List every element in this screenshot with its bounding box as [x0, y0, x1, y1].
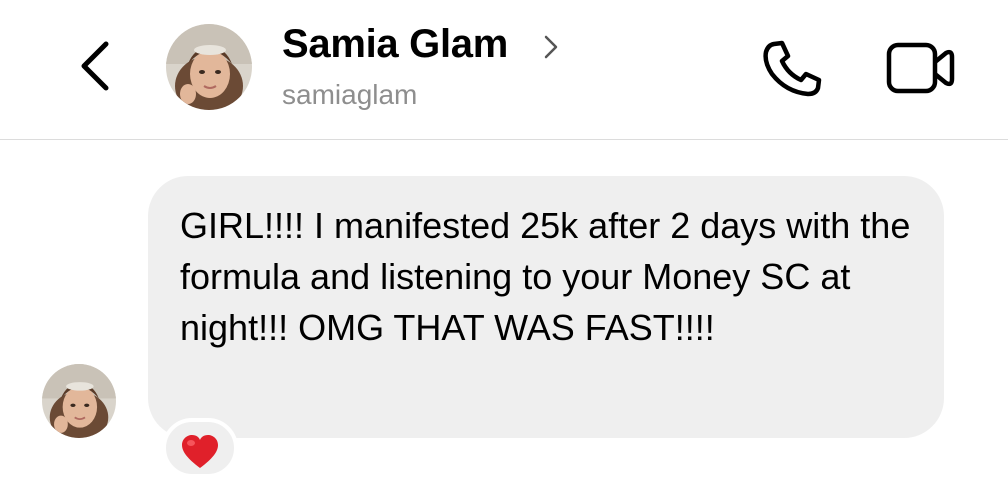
video-camera-icon	[886, 42, 955, 94]
avatar-image	[166, 24, 252, 110]
contact-name[interactable]: Samia Glam	[282, 22, 508, 67]
message-reaction[interactable]	[162, 418, 238, 478]
avatar-image	[42, 364, 116, 438]
audio-call-button[interactable]	[760, 38, 824, 98]
chevron-right-icon[interactable]	[540, 32, 562, 62]
message-sender-avatar[interactable]	[42, 364, 116, 438]
video-call-button[interactable]	[884, 40, 958, 96]
contact-avatar[interactable]	[166, 24, 252, 110]
message-bubble[interactable]: GIRL!!!! I manifested 25k after 2 days w…	[148, 176, 944, 438]
contact-handle: samiaglam	[282, 79, 418, 110]
phone-icon	[763, 40, 822, 97]
chat-header: Samia Glam samiaglam	[0, 0, 1008, 140]
message-text: GIRL!!!! I manifested 25k after 2 days w…	[180, 205, 911, 348]
heart-icon	[182, 435, 218, 468]
chevron-left-icon	[81, 41, 109, 91]
back-button[interactable]	[70, 36, 120, 96]
